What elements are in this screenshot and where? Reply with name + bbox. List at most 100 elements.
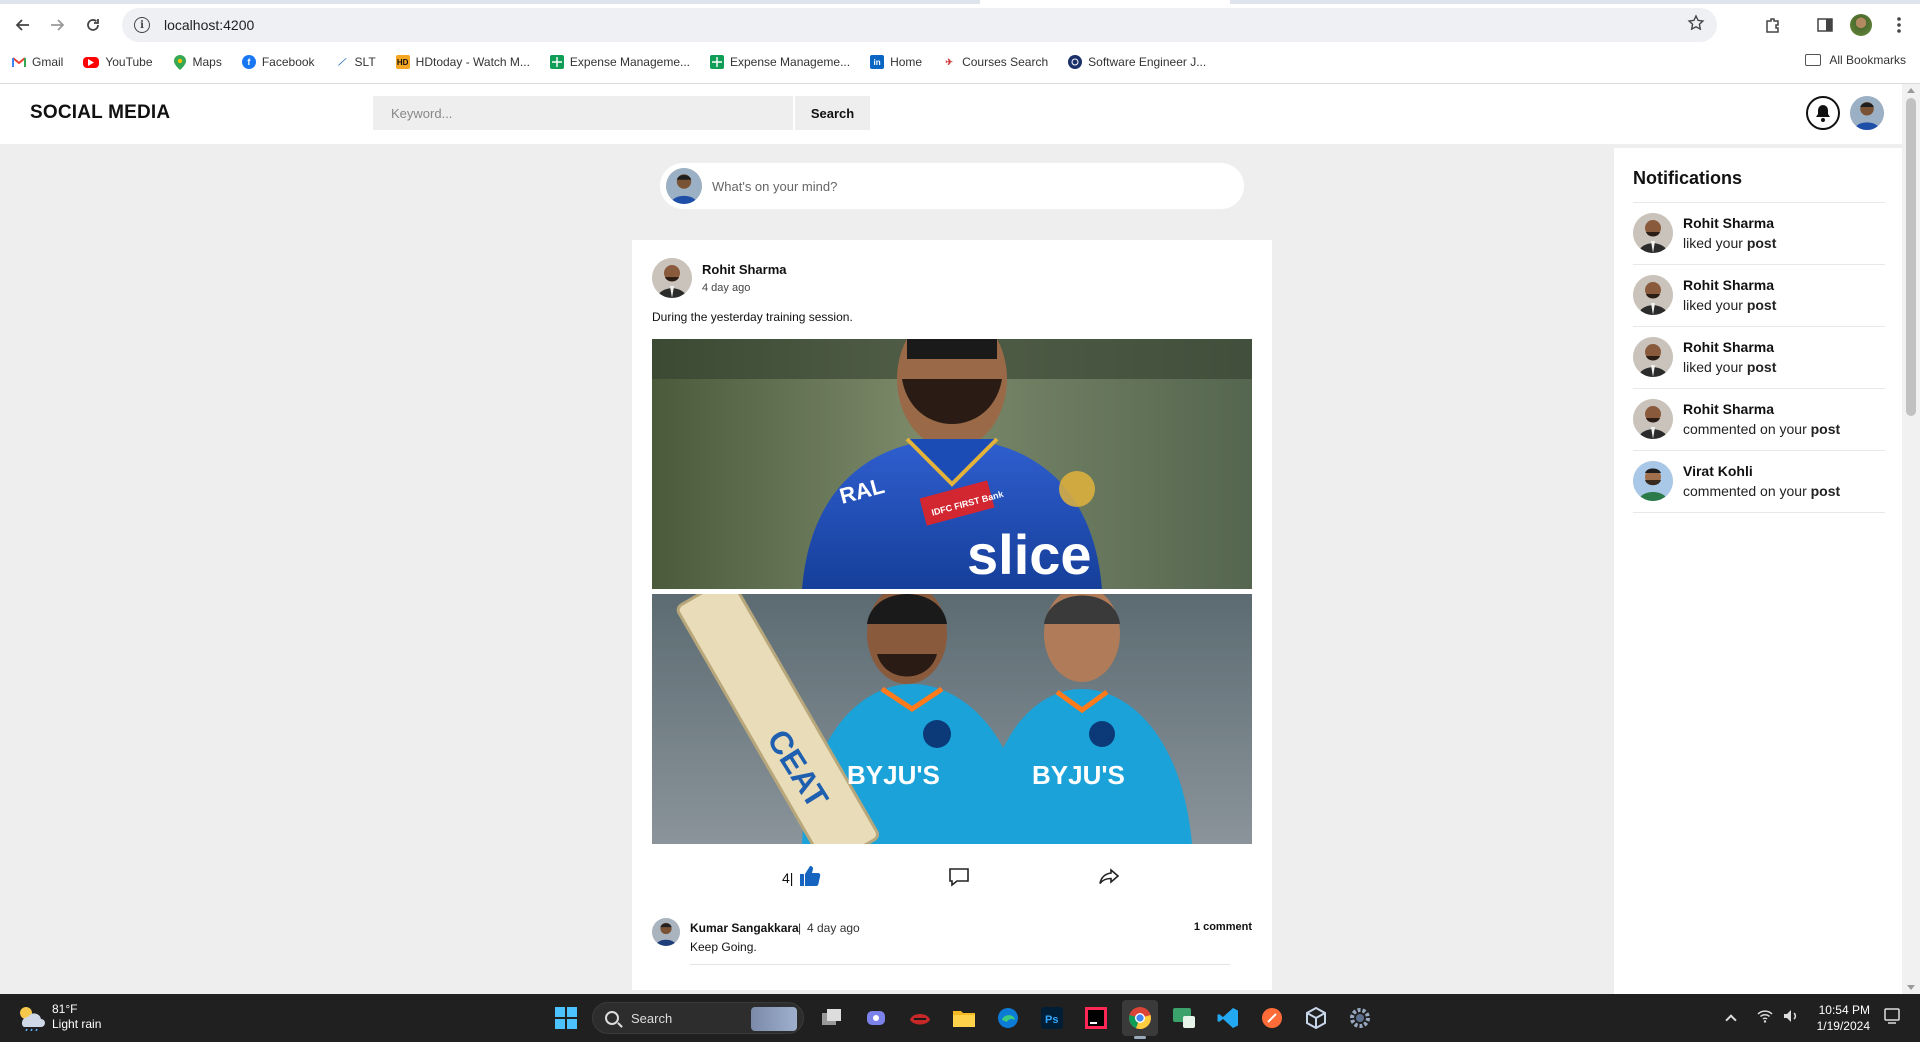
cloud-rain-icon xyxy=(16,1003,46,1032)
bookmark-star-icon[interactable] xyxy=(1687,14,1705,37)
bookmark-courses-search[interactable]: ✈ Courses Search xyxy=(942,55,1048,69)
bookmark-maps[interactable]: Maps xyxy=(173,54,222,70)
bookmark-expense-2[interactable]: Expense Manageme... xyxy=(710,55,850,69)
browser-menu-icon[interactable] xyxy=(1886,12,1912,38)
comment-timestamp: 4 day ago xyxy=(807,921,860,935)
whats-on-your-mind-input[interactable] xyxy=(712,171,1212,201)
file-explorer-icon[interactable] xyxy=(946,1000,982,1036)
notification-avatar xyxy=(1633,337,1673,377)
scroll-up-arrow-icon[interactable] xyxy=(1907,88,1915,93)
comment-icon[interactable] xyxy=(948,866,972,890)
post-photo-2[interactable]: CEAT BYJU'S BYJU'S xyxy=(652,594,1252,844)
like-count: 4| xyxy=(782,870,793,886)
bookmarks-bar: Gmail YouTube Maps f Facebook ⟋ SLT HD H… xyxy=(0,50,1920,74)
notification-action-text: liked your xyxy=(1683,359,1743,375)
bookmark-youtube[interactable]: YouTube xyxy=(83,55,153,69)
all-bookmarks-button[interactable]: All Bookmarks xyxy=(1805,53,1906,67)
bookmark-slt[interactable]: ⟋ SLT xyxy=(335,55,375,69)
taskbar-search-label: Search xyxy=(631,1010,673,1026)
weather-text: 81°F Light rain xyxy=(52,1002,101,1032)
notification-name: Rohit Sharma xyxy=(1683,339,1775,355)
taskbar-clock[interactable]: 10:54 PM 1/19/2024 xyxy=(1817,1002,1870,1034)
sheets-icon xyxy=(549,55,564,69)
notification-item[interactable]: Rohit Sharma liked your post xyxy=(1633,203,1885,265)
clock-time: 10:54 PM xyxy=(1818,1003,1870,1017)
page-scrollbar[interactable] xyxy=(1902,84,1920,994)
post-card: Rohit Sharma 4 day ago During the yester… xyxy=(632,240,1272,990)
notification-action-text: liked your xyxy=(1683,235,1743,251)
hdtoday-icon: HD xyxy=(395,55,410,69)
commenter-avatar[interactable] xyxy=(652,918,680,946)
weather-widget[interactable]: 81°F Light rain xyxy=(16,1002,101,1032)
notification-item[interactable]: Rohit Sharma commented on your post xyxy=(1633,389,1885,451)
bookmark-label: YouTube xyxy=(105,55,153,69)
bookmark-hdtoday[interactable]: HD HDtoday - Watch M... xyxy=(395,55,530,69)
forward-arrow-icon[interactable] xyxy=(44,12,70,38)
notification-name: Rohit Sharma xyxy=(1683,401,1775,417)
app-logo[interactable]: SOCIAL MEDIA xyxy=(30,102,170,124)
vscode-icon[interactable] xyxy=(1210,1000,1246,1036)
system-tray: 10:54 PM 1/19/2024 xyxy=(1724,994,1900,1042)
comment-text: Keep Going. xyxy=(690,940,757,954)
intellij-icon[interactable] xyxy=(1078,1000,1114,1036)
clock-date: 1/19/2024 xyxy=(1816,1019,1870,1033)
bookmark-facebook[interactable]: f Facebook xyxy=(241,55,315,69)
bookmark-linkedin-home[interactable]: in Home xyxy=(870,55,922,69)
scroll-down-arrow-icon[interactable] xyxy=(1907,985,1915,990)
postman-icon[interactable] xyxy=(1254,1000,1290,1036)
windows-taskbar: 81°F Light rain Search Ps 10:54 PM 1/19/… xyxy=(0,994,1920,1042)
game-app-icon[interactable] xyxy=(902,1000,938,1036)
bookmark-expense-1[interactable]: Expense Manageme... xyxy=(549,55,690,69)
comment-item: Kumar Sangakkara | 4 day ago 1 comment K… xyxy=(652,918,1252,968)
volume-icon[interactable] xyxy=(1783,1009,1799,1028)
edge-browser-icon[interactable] xyxy=(990,1000,1026,1036)
post-timestamp: 4 day ago xyxy=(702,282,751,294)
search-button[interactable]: Search xyxy=(795,96,870,130)
thumbs-up-icon[interactable] xyxy=(798,864,824,890)
address-bar[interactable]: i localhost:4200 xyxy=(122,8,1717,42)
media-app-icon[interactable] xyxy=(1166,1000,1202,1036)
notification-center-icon[interactable] xyxy=(1884,1007,1900,1029)
extensions-icon[interactable] xyxy=(1760,12,1786,38)
task-view-icon[interactable] xyxy=(814,1000,850,1036)
youtube-icon xyxy=(83,56,100,68)
notification-avatar xyxy=(1633,213,1673,253)
notification-item[interactable]: Rohit Sharma liked your post xyxy=(1633,327,1885,389)
comment-count[interactable]: 1 comment xyxy=(1194,921,1252,933)
notification-bell-icon[interactable] xyxy=(1806,96,1840,130)
bookmark-software-engineer[interactable]: Software Engineer J... xyxy=(1068,55,1206,69)
site-info-icon[interactable]: i xyxy=(134,17,150,33)
side-panel-icon[interactable] xyxy=(1812,12,1838,38)
photoshop-icon[interactable]: Ps xyxy=(1034,1000,1070,1036)
user-avatar[interactable] xyxy=(1850,96,1884,130)
share-icon[interactable] xyxy=(1098,866,1122,890)
show-hidden-icons-chevron-icon[interactable] xyxy=(1724,1014,1737,1026)
photo-shirt-text-1: BYJU'S xyxy=(847,760,940,790)
bookmark-gmail[interactable]: Gmail xyxy=(12,55,63,69)
back-arrow-icon[interactable] xyxy=(10,12,36,38)
chrome-icon[interactable] xyxy=(1122,1000,1158,1039)
post-author-name[interactable]: Rohit Sharma xyxy=(702,262,787,277)
post-photo-1[interactable]: RAL IDFC FIRST Bank slice xyxy=(652,339,1252,589)
teams-chat-icon[interactable] xyxy=(858,1000,894,1036)
bookmark-label: Expense Manageme... xyxy=(569,55,690,69)
scroll-thumb[interactable] xyxy=(1906,98,1916,416)
commenter-name[interactable]: Kumar Sangakkara xyxy=(690,921,799,935)
post-author-avatar[interactable] xyxy=(652,258,692,298)
wifi-icon[interactable] xyxy=(1757,1009,1773,1028)
post-composer[interactable] xyxy=(660,163,1244,209)
windows-start-icon[interactable] xyxy=(548,1000,584,1036)
courses-icon: ✈ xyxy=(945,56,953,67)
photo-shirt-text-2: BYJU'S xyxy=(1032,760,1125,790)
taskbar-search-box[interactable]: Search xyxy=(592,1002,804,1034)
keyword-search-input[interactable] xyxy=(373,96,793,130)
notification-item[interactable]: Virat Kohli commented on your post xyxy=(1633,451,1885,513)
notification-action: liked your post xyxy=(1683,359,1776,375)
reload-icon[interactable] xyxy=(80,12,106,38)
settings-gear-icon[interactable] xyxy=(1342,1000,1378,1036)
notification-item[interactable]: Rohit Sharma liked your post xyxy=(1633,265,1885,327)
taskbar-apps: Search Ps xyxy=(548,1000,1386,1039)
browser-chrome: i localhost:4200 Gmail YouTube Maps f Fa… xyxy=(0,0,1920,84)
virtualbox-icon[interactable] xyxy=(1298,1000,1334,1036)
browser-profile-avatar[interactable] xyxy=(1850,14,1872,36)
